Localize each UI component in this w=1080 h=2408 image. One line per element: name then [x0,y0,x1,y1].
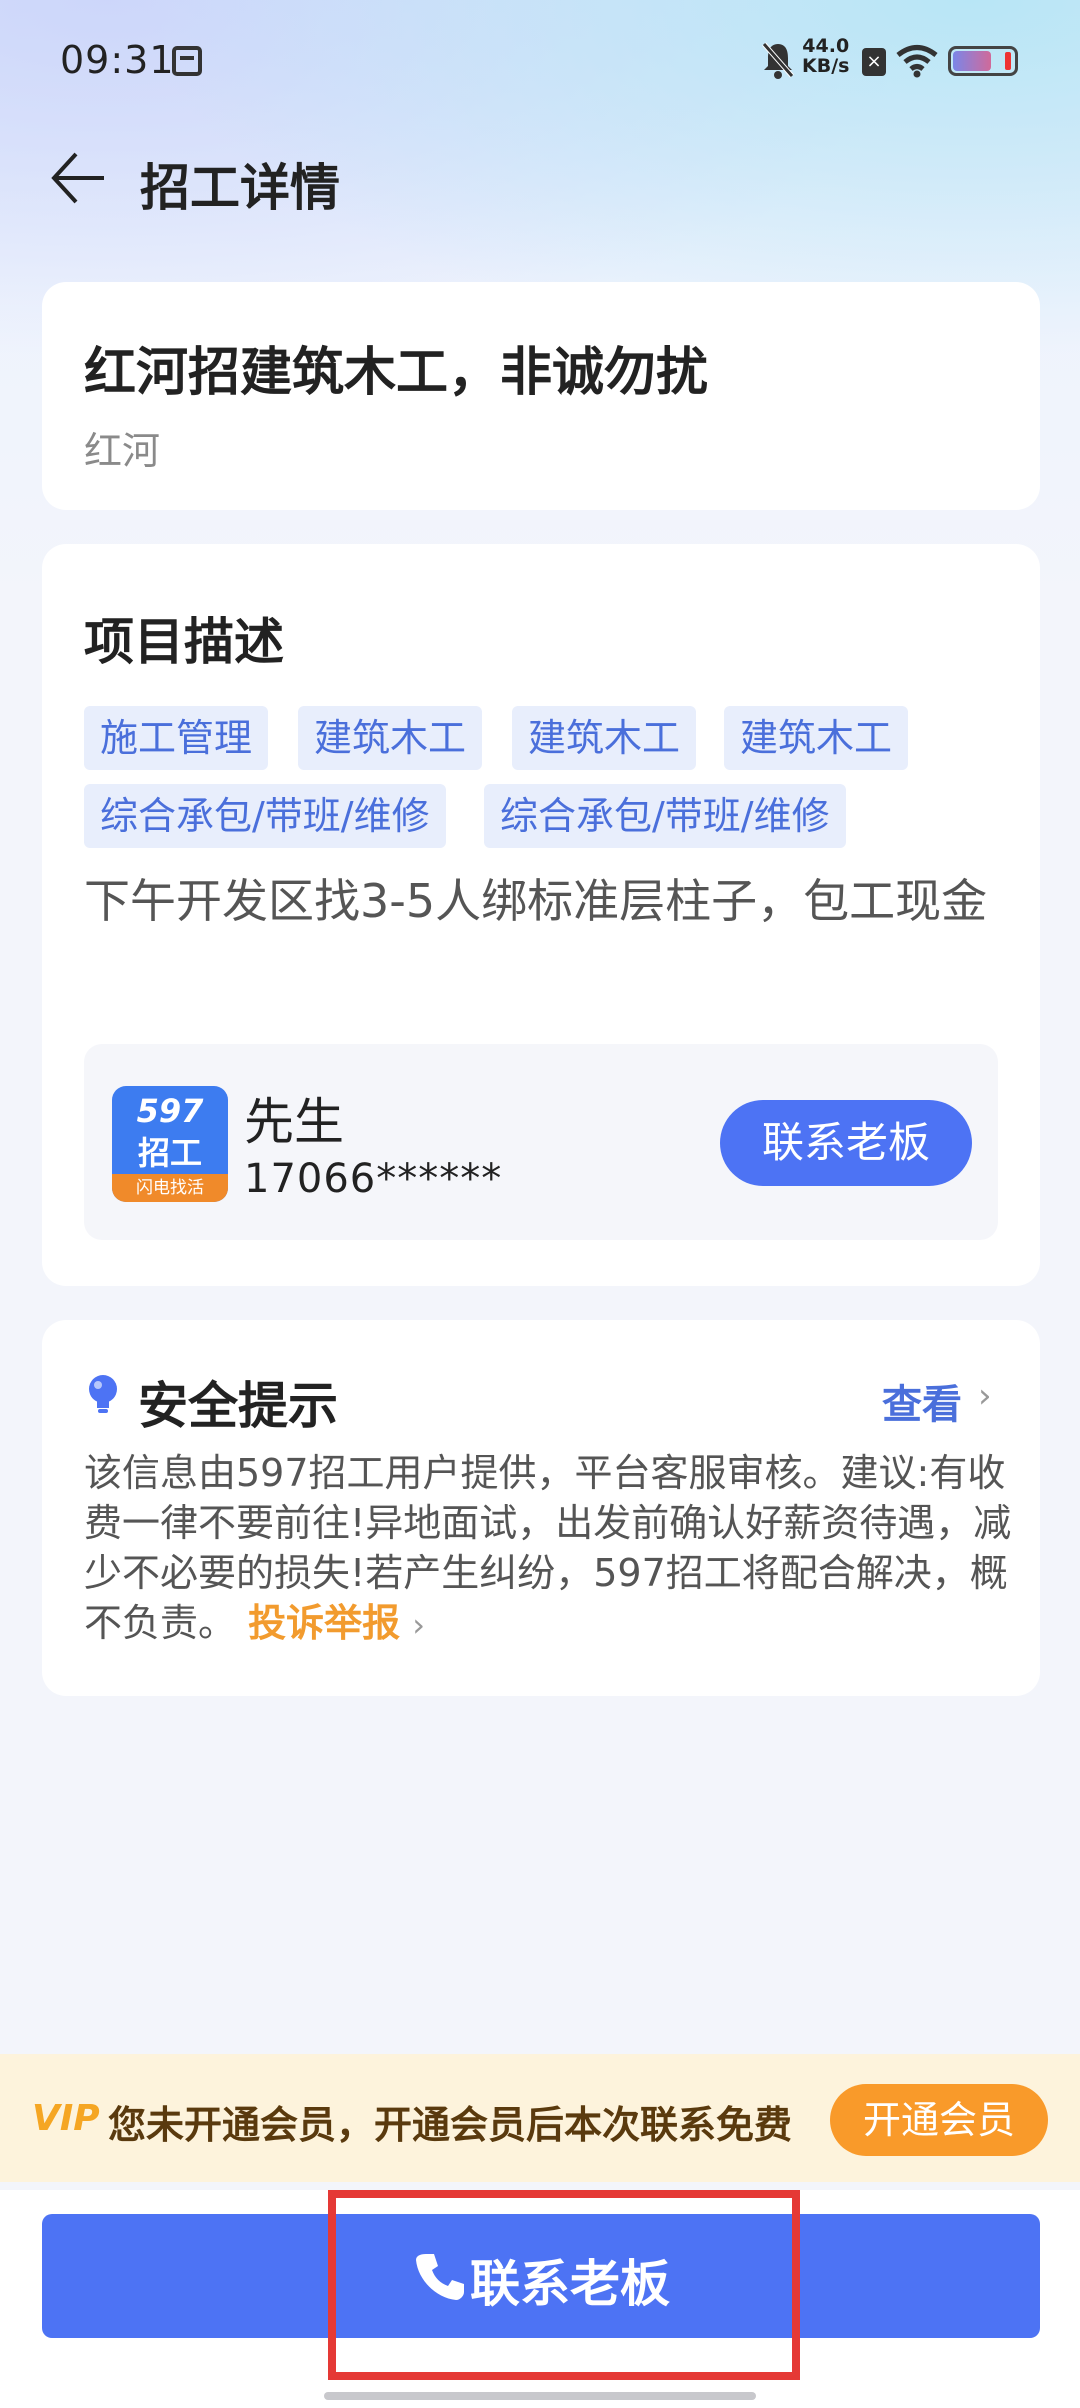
chevron-right-icon[interactable]: › [978,1376,992,1416]
no-sim-icon: × [862,48,886,76]
mute-bell-icon [762,42,794,79]
vip-banner: VIP 您未开通会员，开通会员后本次联系免费 开通会员 [0,2054,1080,2182]
battery-icon [948,46,1018,76]
battery-fill [953,51,992,71]
back-arrow-icon[interactable] [46,146,110,210]
wifi-icon [896,45,938,78]
network-speed: 44.0 KB/s [802,36,849,76]
job-summary-card: 红河招建筑木工，非诚勿扰 红河 [42,282,1040,510]
project-description-card: 项目描述 施工管理 建筑木工 建筑木工 建筑木工 综合承包/带班/维修 综合承包… [42,544,1040,1286]
calendar-icon [172,46,202,76]
safety-body: 该信息由597招工用户提供，平台客服审核。建议:有收费一律不要前往!异地面试，出… [84,1451,1012,1645]
view-link[interactable]: 查看 [882,1372,962,1430]
contact-panel: 597 招工 闪电找活 先生 17066****** 联系老板 [84,1044,998,1240]
complain-report-link[interactable]: 投诉举报 [248,1601,400,1645]
logo-text-slogan: 闪电找活 [112,1174,228,1202]
logo-text-zhaogong: 招工 [137,1134,202,1172]
status-time: 09:31 [60,38,175,82]
network-speed-unit: KB/s [802,55,850,77]
lightbulb-icon [89,1375,117,1413]
job-tag: 建筑木工 [724,706,909,770]
job-location: 红河 [84,429,161,473]
app-logo: 597 招工 闪电找活 [112,1086,228,1202]
job-title: 红河招建筑木工，非诚勿扰 [84,343,709,403]
status-bar: 09:31 44.0 KB/s × [0,0,1080,130]
logo-text-597: 597 [136,1092,204,1130]
job-tag: 综合承包/带班/维修 [484,784,846,848]
project-section-title: 项目描述 [84,613,284,671]
job-tag: 建筑木工 [512,706,697,770]
home-indicator[interactable] [324,2392,756,2400]
page-header: 招工详情 [0,130,1080,230]
chevron-right-icon[interactable]: › [412,1606,425,1644]
vip-badge: VIP [32,2098,100,2139]
highlight-box [328,2190,800,2380]
project-description: 下午开发区找3-5人绑标准层柱子，包工现金 [84,874,988,928]
network-speed-value: 44.0 [802,35,850,57]
battery-low-mark [1005,52,1011,70]
safety-section-title: 安全提示 [138,1377,338,1435]
safety-tips-card: 安全提示 查看 › 该信息由597招工用户提供，平台客服审核。建议:有收费一律不… [42,1320,1040,1696]
job-tag: 综合承包/带班/维修 [84,784,446,848]
contact-phone: 17066****** [244,1156,503,1202]
job-tag: 施工管理 [84,706,269,770]
job-tag: 建筑木工 [298,706,483,770]
contact-boss-button[interactable]: 联系老板 [720,1100,972,1186]
safety-text: 该信息由597招工用户提供，平台客服审核。建议:有收费一律不要前往!异地面试，出… [84,1448,1024,1650]
vip-message: 您未开通会员，开通会员后本次联系免费 [108,2103,793,2147]
open-membership-button[interactable]: 开通会员 [830,2084,1048,2156]
page-title: 招工详情 [140,159,340,217]
contact-name: 先生 [244,1093,344,1151]
